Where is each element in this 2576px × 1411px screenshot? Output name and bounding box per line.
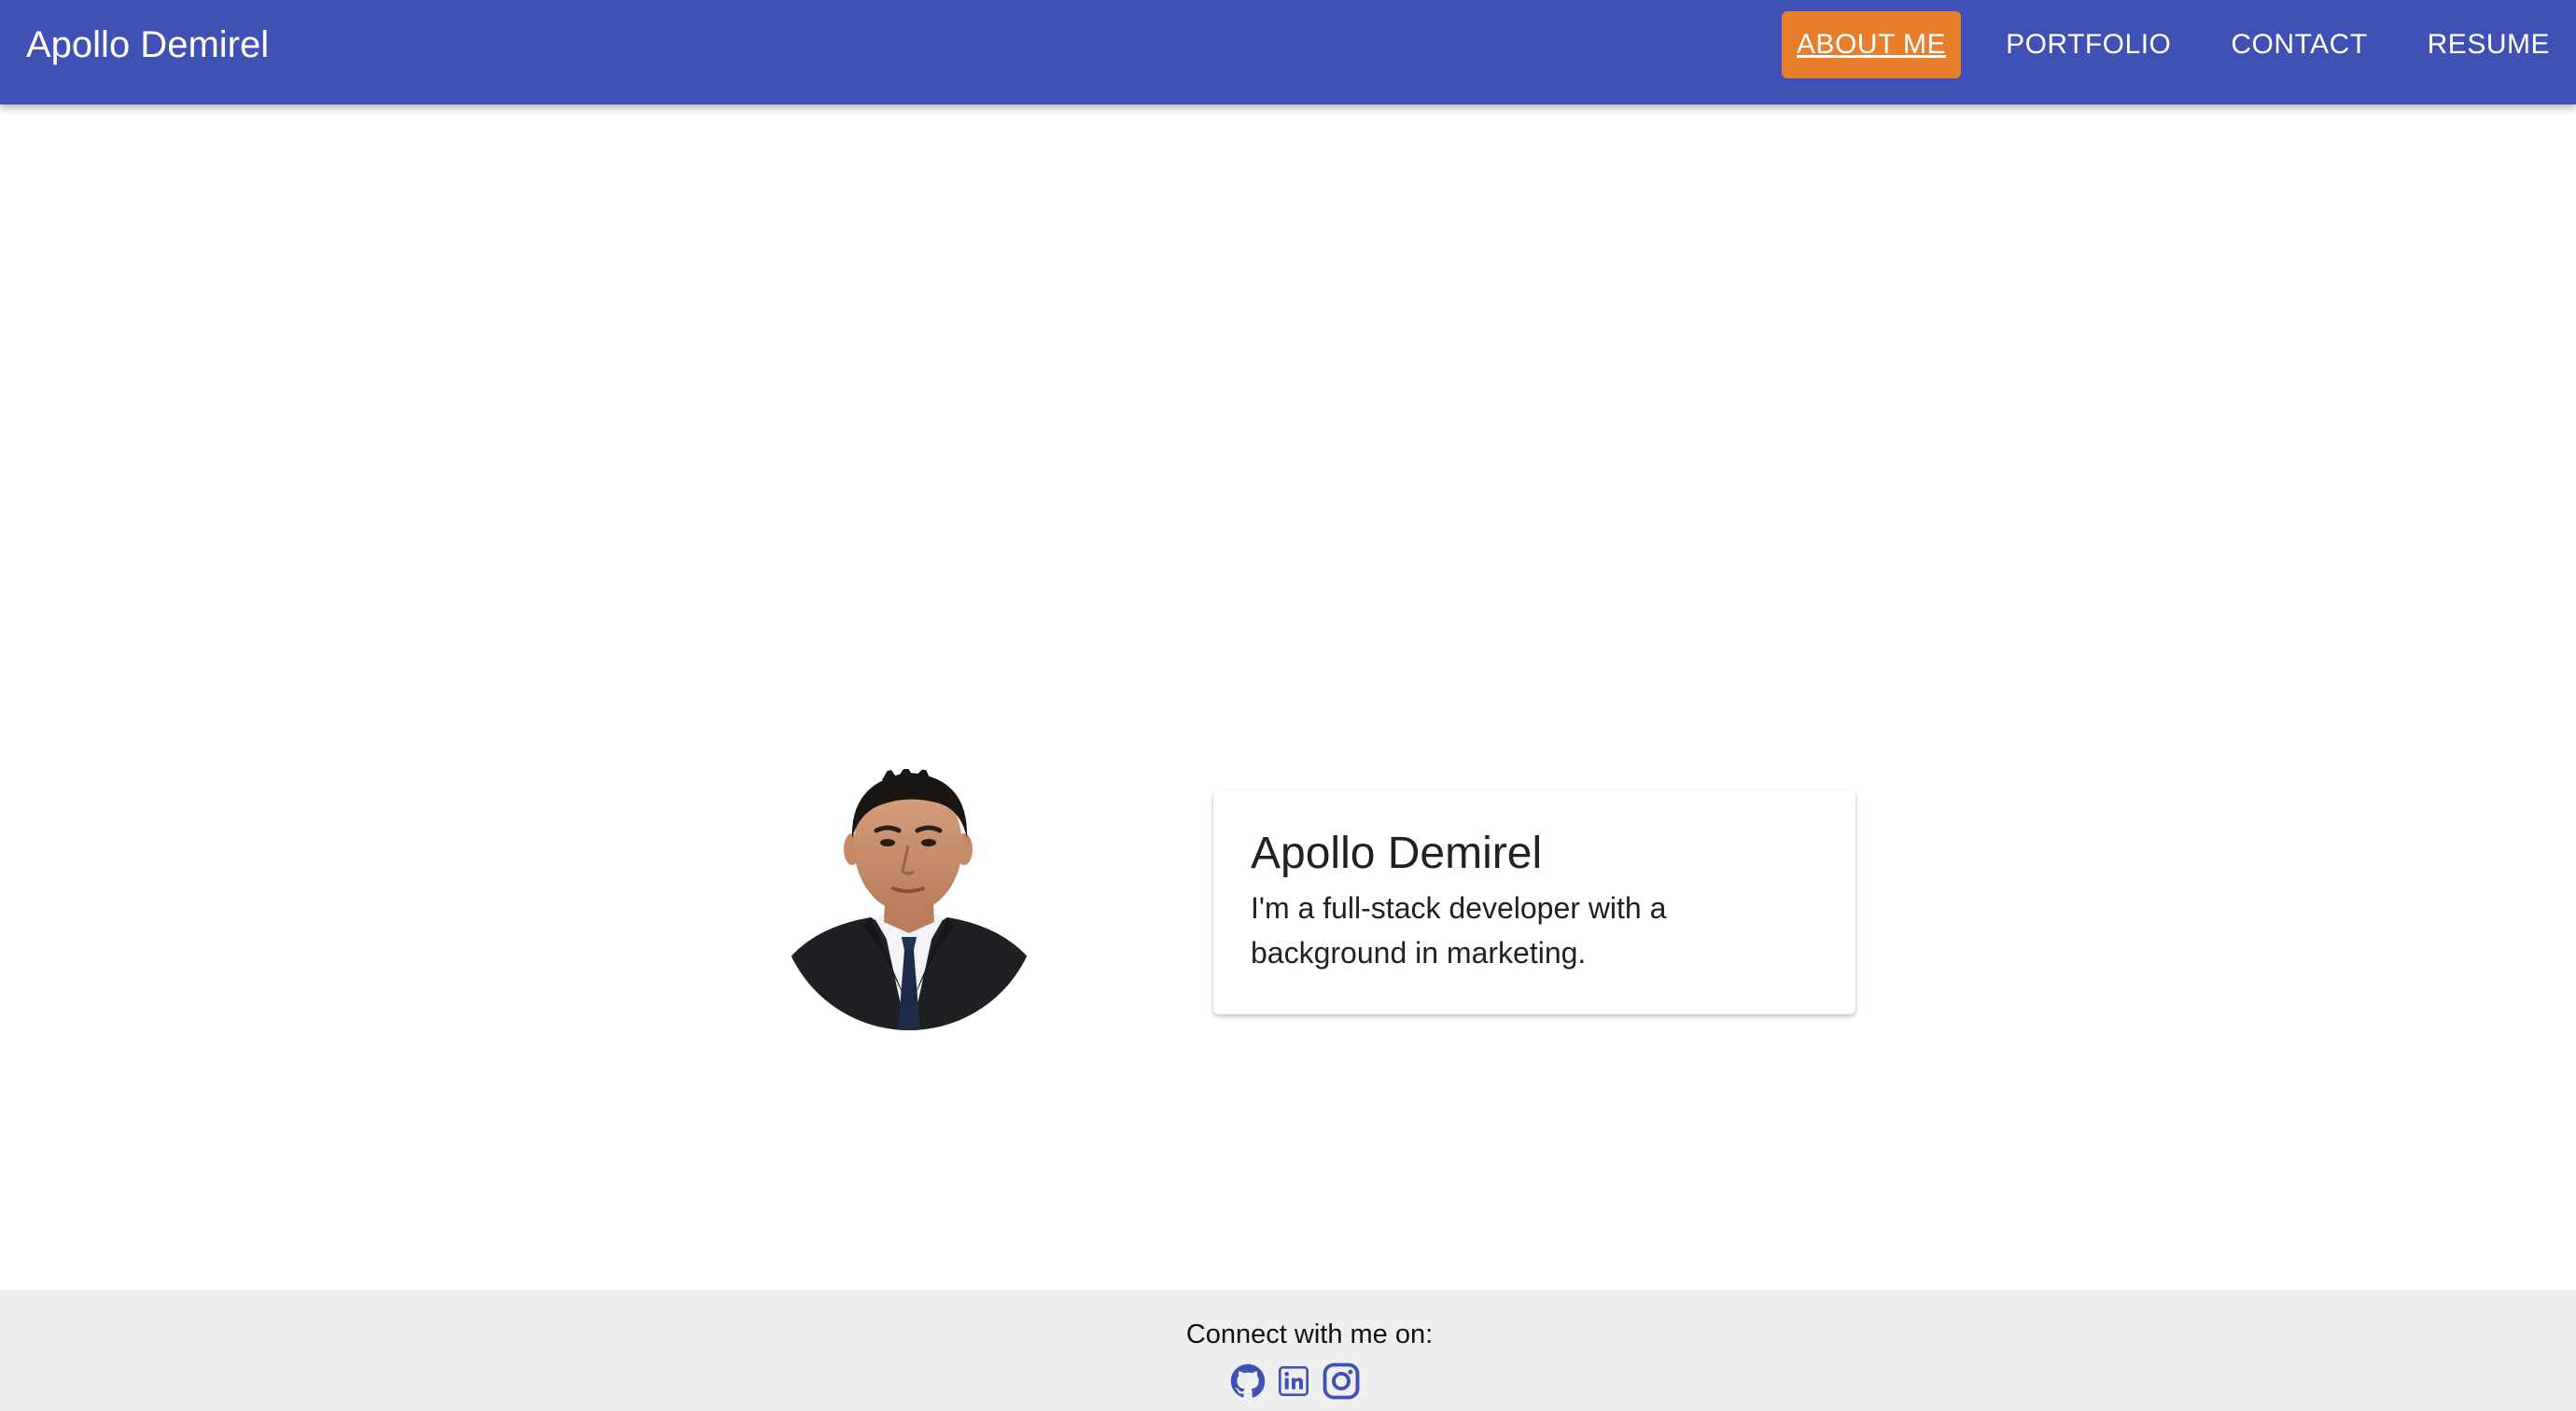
about-bio: I'm a full-stack developer with a backgr…: [1251, 891, 1667, 970]
connect-label: Connect with me on:: [1185, 1320, 1434, 1349]
about-name: Apollo Demirel: [1251, 829, 1543, 878]
nav-portfolio[interactable]: PORTFOLIO: [1991, 11, 2186, 78]
social-links: [1230, 1361, 1374, 1402]
linkedin-icon[interactable]: [1279, 1366, 1309, 1396]
main-content: Apollo Demirel I'm a full-stack develope…: [0, 105, 2576, 1290]
top-app-bar: Apollo Demirel ABOUT ME PORTFOLIO CONTAC…: [0, 0, 2576, 105]
github-icon[interactable]: [1230, 1363, 1266, 1399]
nav-about-me[interactable]: ABOUT ME: [1781, 11, 1962, 78]
linkedin-icon-glyph: [1279, 1366, 1309, 1396]
about-card: Apollo Demirel I'm a full-stack develope…: [1213, 790, 1855, 1014]
nav-resume[interactable]: RESUME: [2413, 11, 2565, 78]
instagram-icon-glyph: [1323, 1362, 1360, 1400]
github-icon-glyph: [1230, 1363, 1266, 1398]
nav-contact[interactable]: CONTACT: [2216, 11, 2382, 78]
profile-photo: [777, 763, 1041, 1043]
main-nav: ABOUT ME PORTFOLIO CONTACT RESUME: [1781, 11, 2576, 78]
instagram-icon[interactable]: [1322, 1362, 1361, 1401]
profile-photo-illustration: [778, 769, 1040, 1030]
site-title[interactable]: Apollo Demirel: [26, 22, 269, 67]
footer: Connect with me on:: [0, 1290, 2576, 1411]
